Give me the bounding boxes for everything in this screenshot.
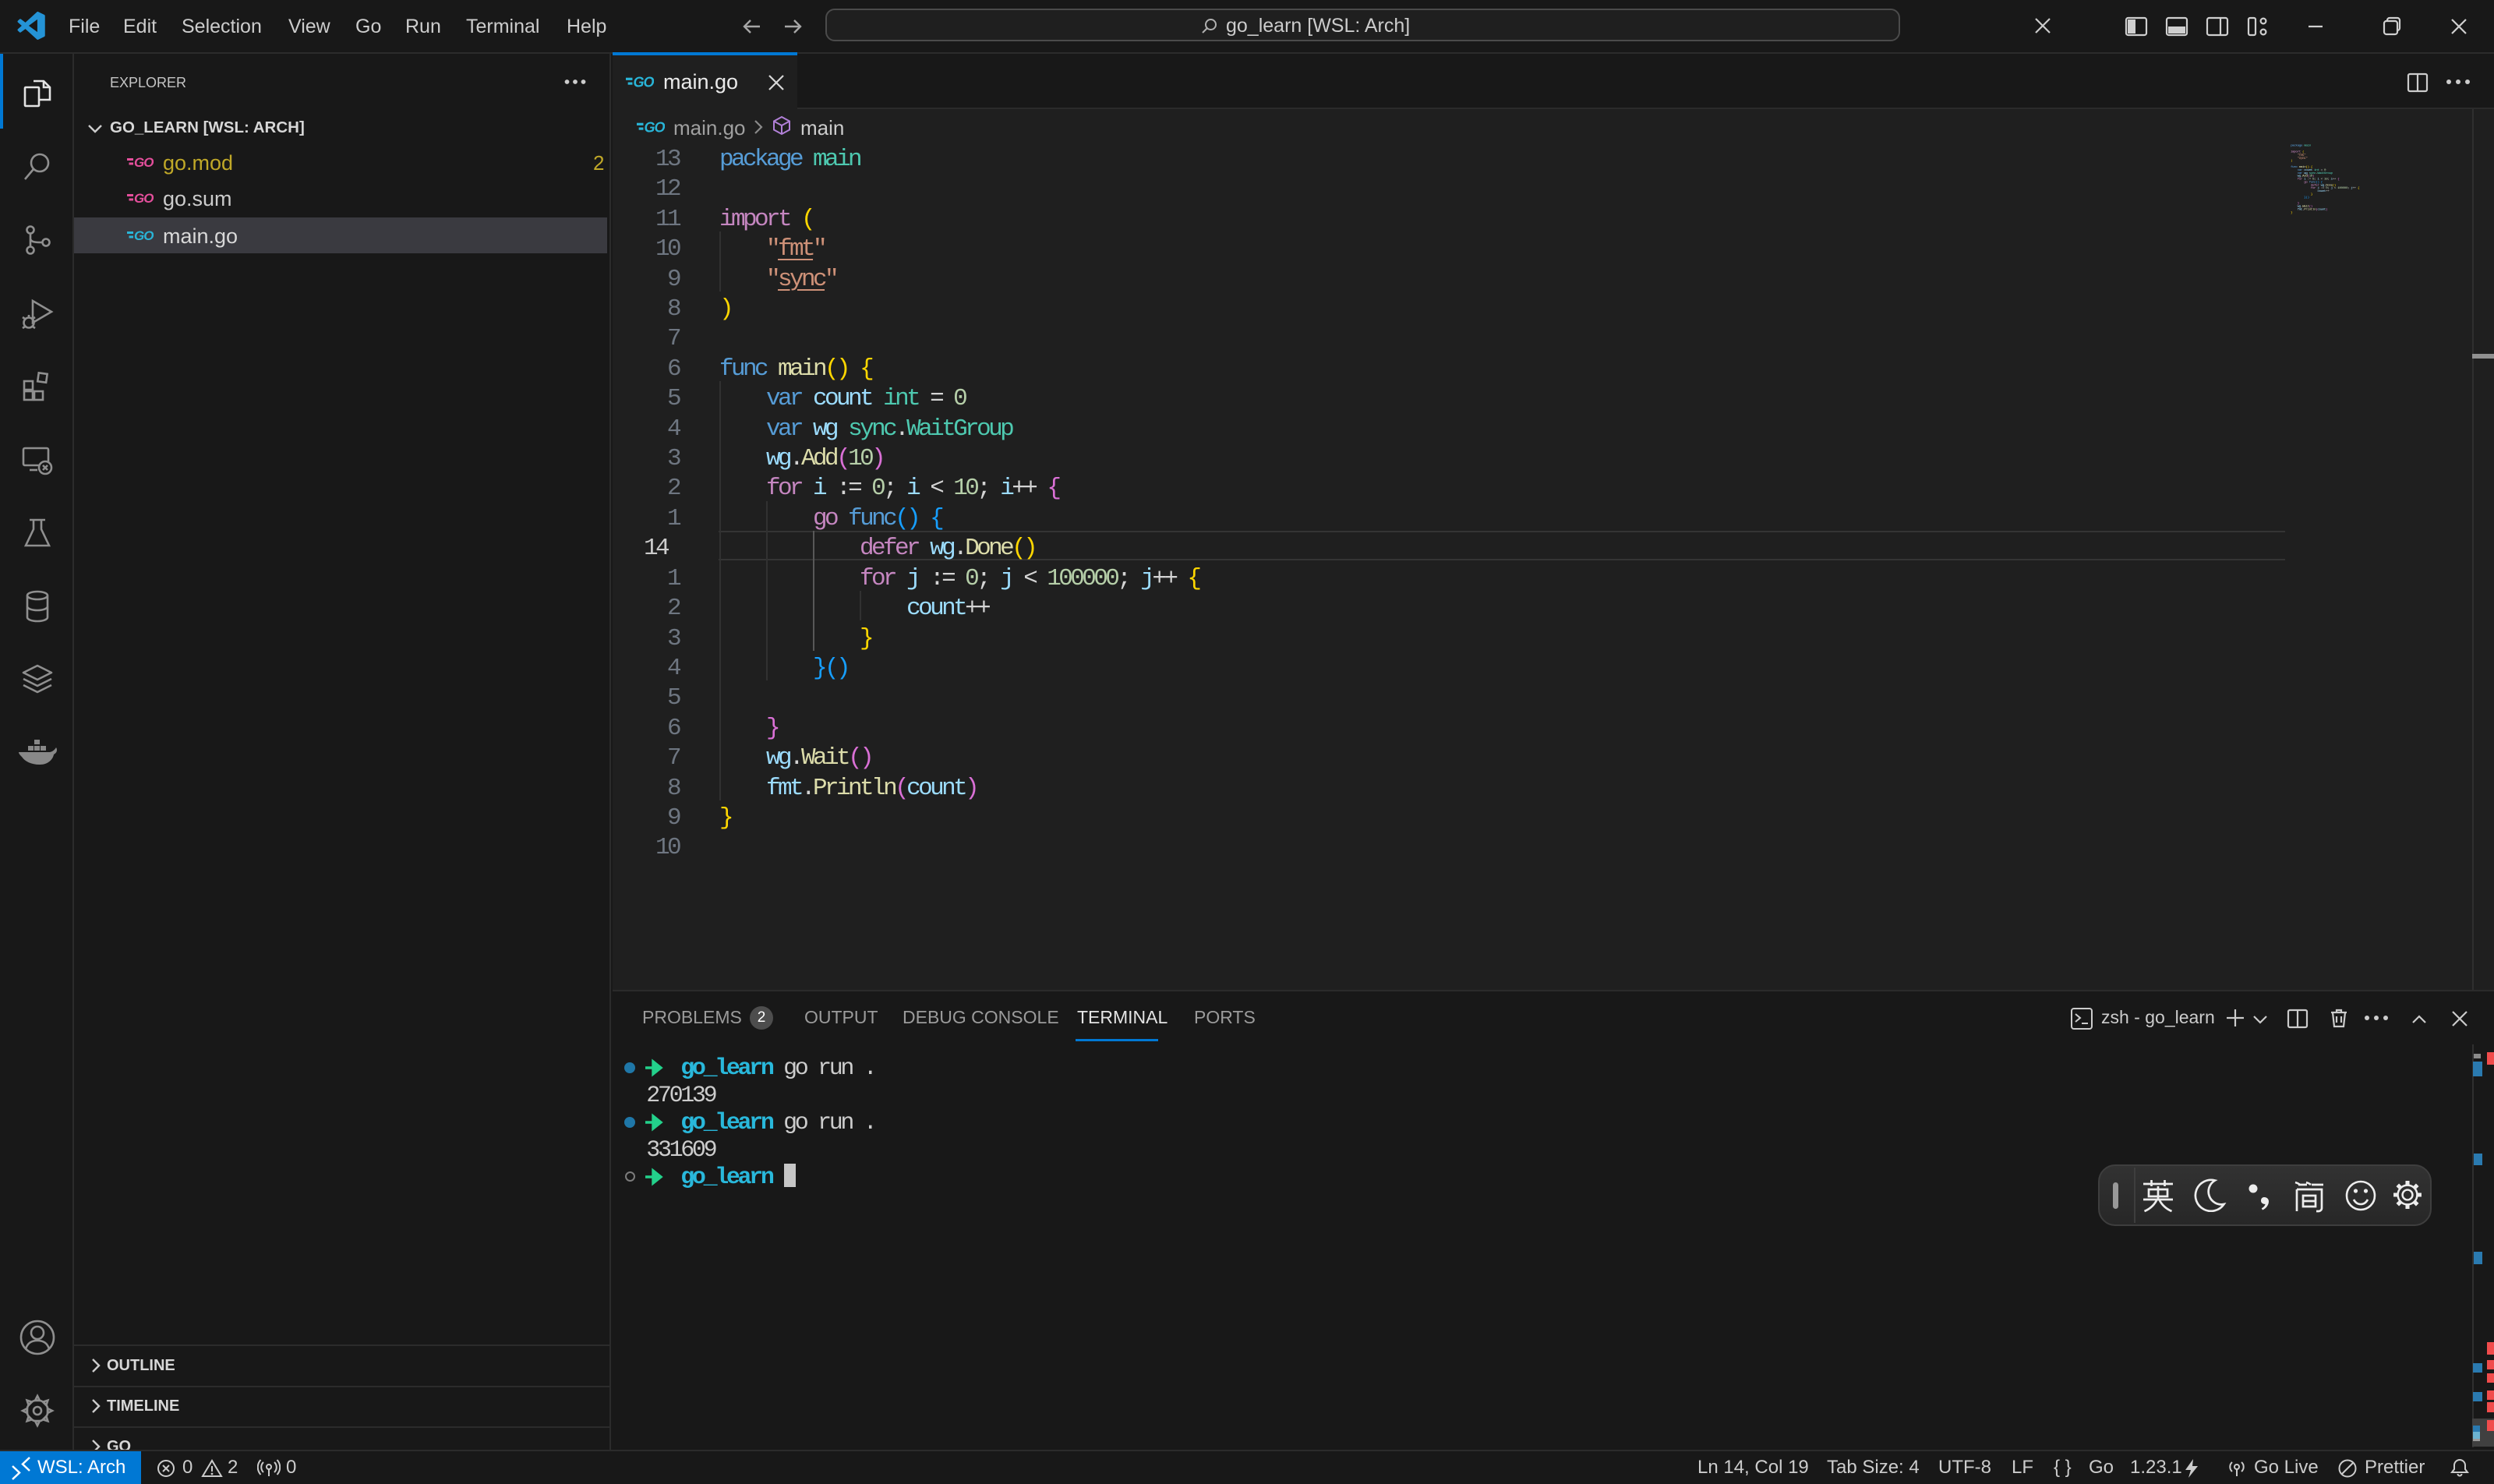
svg-text:GO: GO (134, 191, 154, 206)
svg-text:GO: GO (134, 228, 154, 243)
svg-text:GO: GO (634, 74, 654, 90)
svg-text:GO: GO (645, 119, 665, 135)
svg-text:GO: GO (134, 155, 154, 170)
